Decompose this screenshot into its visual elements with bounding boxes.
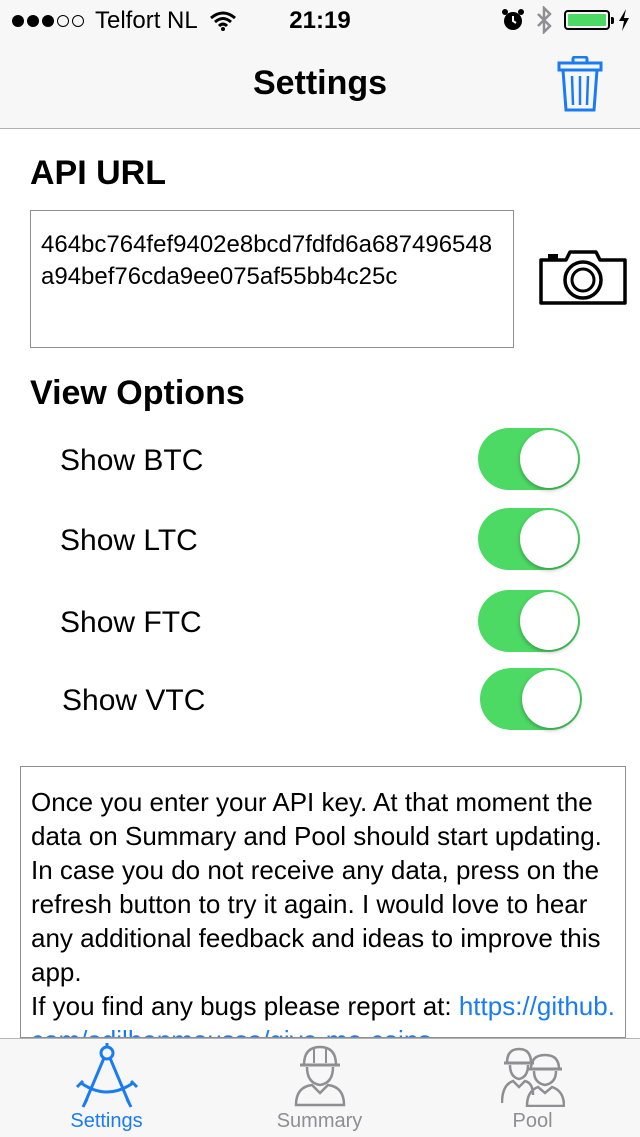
camera-icon[interactable] (538, 248, 628, 306)
show-ftc-toggle[interactable] (478, 590, 580, 652)
option-label: Show LTC (60, 524, 198, 557)
show-vtc-toggle[interactable] (480, 668, 582, 730)
option-row-ftc: Show FTC (0, 590, 640, 656)
tab-label: Pool (512, 1110, 553, 1132)
tab-summary[interactable]: Summary (213, 1039, 426, 1137)
page-title: Settings (252, 64, 388, 102)
navigation-bar: Settings (0, 40, 640, 129)
alarm-clock-icon (502, 9, 524, 30)
tab-bar: Settings Summary Pool (0, 1038, 640, 1137)
option-label: Show BTC (60, 444, 204, 477)
info-text-box[interactable]: Once you enter your API key. At that mom… (20, 766, 626, 1038)
battery-icon (564, 10, 614, 30)
show-ltc-toggle[interactable] (478, 508, 580, 570)
tab-pool[interactable]: Pool (426, 1039, 639, 1137)
bluetooth-icon (537, 6, 552, 34)
show-btc-toggle[interactable] (478, 428, 580, 490)
tab-label: Summary (276, 1110, 363, 1132)
option-label: Show FTC (60, 606, 202, 639)
status-bar: Telfort NL 21:19 (0, 0, 640, 40)
status-right (502, 6, 630, 34)
api-url-heading: API URL (30, 154, 166, 192)
option-row-btc: Show BTC (0, 428, 640, 494)
api-url-field[interactable]: 464bc764fef9402e8bcd7fdfd6a687496548a94b… (30, 210, 514, 348)
option-row-ltc: Show LTC (0, 508, 640, 574)
view-options-heading: View Options (30, 374, 245, 412)
workers-group-icon (500, 1047, 565, 1107)
option-label: Show VTC (62, 684, 206, 717)
tab-settings[interactable]: Settings (0, 1039, 213, 1137)
trash-icon[interactable] (556, 56, 604, 112)
tab-label: Settings (70, 1110, 143, 1132)
bugs-text: If you find any bugs please report at: (31, 991, 459, 1021)
info-text: Once you enter your API key. At that mom… (31, 787, 602, 987)
worker-icon (294, 1045, 345, 1107)
option-row-vtc: Show VTC (0, 668, 640, 734)
charging-icon (619, 9, 629, 31)
compass-icon (75, 1043, 138, 1108)
